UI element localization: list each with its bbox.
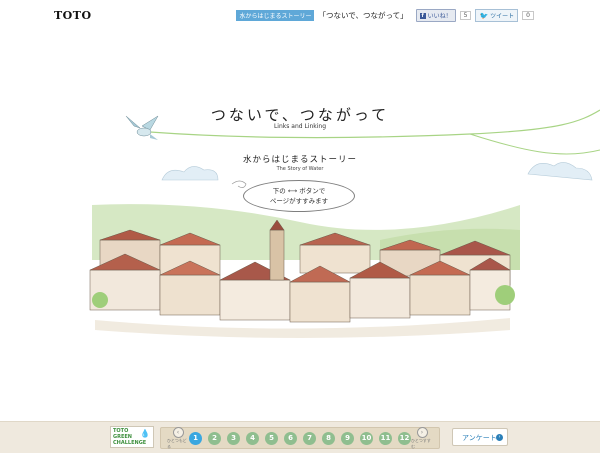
page-4-button[interactable]: 4: [246, 431, 259, 445]
page-6-button[interactable]: 6: [284, 431, 297, 445]
page-navigator: ‹ ひとつもどる 1 2 3 4 5 6 7 8 9 10 11 12 › ひと…: [160, 426, 440, 450]
story-subheading: The Story of Water: [276, 166, 324, 172]
chevron-left-circle-icon: ‹: [172, 426, 184, 438]
page-5-button[interactable]: 5: [265, 431, 278, 445]
illustration: [89, 109, 600, 338]
tweet-label: ツイート: [490, 13, 515, 20]
page-2-button[interactable]: 2: [208, 431, 221, 445]
water-drops-icon: 💧: [140, 429, 150, 438]
survey-button[interactable]: アンケート ›: [452, 428, 508, 446]
survey-label: アンケート: [462, 434, 497, 442]
story-title: 「つないで、つながって」: [318, 11, 408, 20]
page-3-button[interactable]: 3: [227, 431, 240, 445]
story-heading: 水からはじまるストーリー: [242, 155, 357, 165]
instruction-bubble: 下の ⟷ ボタンで ページがすすみます: [243, 180, 355, 212]
prev-label: ひとつもどる: [167, 437, 187, 449]
page-1-button[interactable]: 1: [189, 431, 202, 445]
page-10-button[interactable]: 10: [360, 431, 373, 445]
chevron-right-circle-icon: ›: [416, 426, 428, 438]
tweet-button[interactable]: 🐦 ツイート: [475, 9, 519, 22]
page-12-button[interactable]: 12: [398, 431, 411, 445]
toto-logo[interactable]: TOTO: [54, 9, 92, 22]
green-challenge-link[interactable]: TOTO GREEN CHALLENGE 💧: [110, 426, 154, 448]
page-9-button[interactable]: 9: [341, 431, 354, 445]
page-7-button[interactable]: 7: [303, 431, 316, 445]
page-dots: 1 2 3 4 5 6 7 8 9 10 11 12: [189, 431, 411, 445]
facebook-f-icon: f: [419, 12, 426, 19]
next-button[interactable]: › ひとつすすむ: [411, 426, 433, 450]
share-bar: 水からはじまるストーリー 「つないで、つながって」 f いいね！ 5 🐦 ツイー…: [236, 9, 534, 22]
tweet-count: 0: [522, 11, 534, 20]
challenge-line: CHALLENGE: [113, 440, 147, 446]
next-label: ひとつすすむ: [411, 437, 431, 449]
prev-button[interactable]: ‹ ひとつもどる: [167, 426, 189, 450]
instruction-line-1: 下の ⟷ ボタンで: [272, 187, 326, 195]
like-label: いいね！: [427, 13, 452, 20]
page-8-button[interactable]: 8: [322, 431, 335, 445]
chevron-right-dot-icon: ›: [496, 434, 503, 441]
instruction-line-2: ページがすすみます: [269, 197, 329, 205]
twitter-bird-icon: 🐦: [479, 11, 489, 20]
page-title: つないで、つながって: [210, 106, 390, 124]
facebook-like-button[interactable]: f いいね！: [415, 9, 456, 22]
like-count: 5: [459, 11, 472, 20]
page-11-button[interactable]: 11: [379, 431, 392, 445]
story-tag: 水からはじまるストーリー: [236, 10, 315, 21]
page-subtitle: Links and Linking: [273, 123, 327, 130]
